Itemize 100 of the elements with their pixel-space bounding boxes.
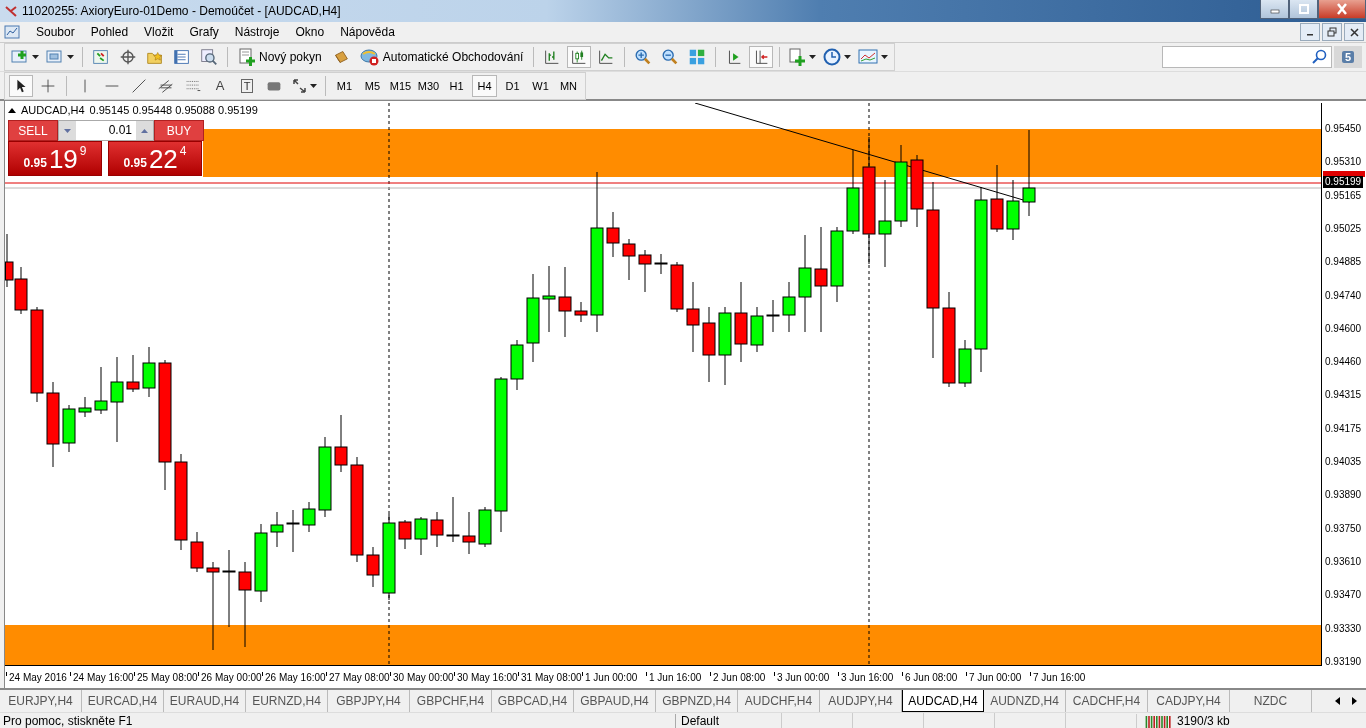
menu-item[interactable]: Soubor [28,25,83,39]
price-label: 0.94035 [1325,456,1362,468]
chart-tab[interactable]: EURJPY,H4 [0,690,82,712]
chart-tab[interactable]: GBPCHF,H4 [410,690,492,712]
scroll-right-icon[interactable] [1350,696,1358,706]
time-label: 25 May 08:00 [134,672,198,683]
candlestick [542,265,556,333]
candlestick [126,354,140,393]
price-label: 0.94740 [1325,289,1362,302]
dropdown-arrow-icon [32,55,39,59]
price-label: 0.94175 [1325,422,1362,435]
candlestick [446,496,460,543]
close-icon [1349,27,1359,37]
chart-tab[interactable]: GBPCAD,H4 [492,690,574,712]
time-label: 24 May 16:00 [70,672,134,683]
indicators-button[interactable] [786,46,819,68]
candlestick [334,414,348,473]
price-label: 0.94885 [1325,256,1362,269]
cursor-icon[interactable] [9,74,33,97]
auto-trading-icon [359,48,380,66]
minimize-button[interactable] [1300,23,1320,41]
price-label: 0.94315 [1325,389,1362,402]
restore-button[interactable] [1322,23,1342,41]
app-logo-icon [4,4,18,18]
chart-tab[interactable]: CADJPY,H4 [1148,690,1230,712]
candlestick [414,516,428,556]
dropdown-arrow-icon [809,55,817,59]
chart-tab[interactable]: EURAUD,H4 [164,690,246,712]
chart-tab[interactable]: NZDC [1230,690,1312,712]
candlestick [574,301,588,323]
timeframe-button[interactable]: H1 [444,74,469,97]
chart-tab[interactable]: EURNZD,H4 [246,690,328,712]
timeframe-button[interactable]: H4 [472,74,497,97]
candlestick [478,506,492,548]
dropdown-arrow-icon [844,55,852,59]
chart-tab[interactable]: AUDCAD,H4 [902,690,984,712]
candlestick [366,546,380,588]
profile-name: Default [675,714,781,728]
timeframe-button[interactable]: M5 [360,74,385,97]
new-chart-icon [11,49,29,65]
menu-item[interactable]: Okno [287,25,333,39]
window-icon [46,49,64,65]
candlestick [654,253,668,275]
close-button[interactable] [1318,0,1366,19]
chart-tab[interactable]: GBPNZD,H4 [656,690,738,712]
chart-tab[interactable]: AUDNZD,H4 [984,690,1066,712]
menu-item[interactable]: Grafy [181,25,227,39]
candlestick [94,366,108,415]
periods-button[interactable] [821,46,854,68]
menu-item[interactable]: Nástroje [226,25,288,39]
candlestick [558,266,572,338]
candlestick [622,238,636,281]
new-order-button[interactable]: Nový pokyn [234,46,326,68]
price-label: 0.93750 [1325,522,1362,535]
menu-item[interactable]: Vložit [136,25,182,39]
price-prefix: 0.95 [123,156,147,170]
price-label: 0.93190 [1325,655,1362,668]
price-pips: 22 [148,145,178,173]
chart-tab[interactable]: CADCHF,H4 [1066,690,1148,712]
chart-tab[interactable]: GBPJPY,H4 [328,690,410,712]
candlestick [670,261,684,313]
chart-shift-icon[interactable] [749,46,774,68]
timeframe-button[interactable]: W1 [528,74,553,97]
text-label-button[interactable]: T [235,74,259,97]
price-label: 0.93890 [1325,489,1362,502]
price-label: 0.93610 [1325,555,1362,568]
restore-button[interactable] [1289,0,1318,19]
close-button[interactable] [1344,23,1364,41]
timeframe-button[interactable]: M15 [388,74,413,97]
menu-item[interactable]: Nápověda [332,25,403,39]
document-plus-icon [238,48,256,66]
chart-window-icon [4,25,20,39]
chart-tab[interactable]: GBPAUD,H4 [574,690,656,712]
candlestick [142,346,156,398]
chart-tab[interactable]: AUDCHF,H4 [738,690,820,712]
help-text: Pro pomoc, stiskněte F1 [2,714,134,728]
candlestick-chart-icon[interactable] [567,46,592,68]
candlestick [78,396,92,418]
minimize-button[interactable] [1260,0,1289,19]
candlestick [62,404,76,453]
price-label: 0.94600 [1325,322,1362,335]
price-fraction: 4 [179,144,187,158]
time-label: 24 May 2016 [6,672,70,683]
sell-button[interactable]: SELL [8,120,58,141]
collapse-triangle-icon[interactable] [8,107,16,113]
text-tool-button[interactable]: A [208,74,232,97]
timeframe-button[interactable]: M1 [332,74,357,97]
search-field[interactable] [1162,46,1332,68]
menu-item[interactable]: Pohled [82,25,137,39]
timeframe-button[interactable]: M30 [416,74,441,97]
price-label: 0.95450 [1325,123,1362,135]
time-label: 30 May 00:00 [390,672,454,683]
chart-tab[interactable]: EURCAD,H4 [82,690,164,712]
auto-trading-button[interactable]: Automatické Obchodování [355,46,528,68]
notifications-button[interactable]: 5 [1334,46,1362,68]
timeframe-button[interactable]: D1 [500,74,525,97]
buy-button[interactable]: BUY [154,120,204,141]
timeframe-button[interactable]: MN [556,74,581,97]
line-graph-icon [858,49,879,65]
scroll-left-icon[interactable] [1334,696,1342,706]
